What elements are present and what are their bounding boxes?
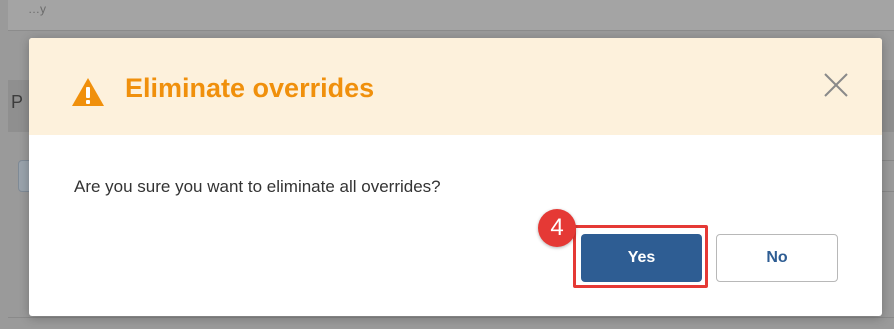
dialog-message: Are you sure you want to eliminate all o… — [74, 177, 441, 196]
dialog-header: Eliminate overrides — [29, 38, 882, 135]
no-button[interactable]: No — [716, 234, 838, 282]
background-top-row-text: …y — [28, 2, 46, 16]
background-section-label: P — [11, 92, 24, 112]
background-top-row: …y — [8, 0, 894, 31]
step-number-badge: 4 — [538, 209, 576, 247]
close-icon[interactable] — [820, 69, 852, 101]
confirm-dialog: Eliminate overrides Are you sure you wan… — [29, 38, 882, 316]
warning-triangle-icon — [72, 78, 104, 106]
yes-button[interactable]: Yes — [581, 234, 702, 282]
background-divider — [8, 317, 894, 318]
dialog-title: Eliminate overrides — [125, 73, 375, 103]
